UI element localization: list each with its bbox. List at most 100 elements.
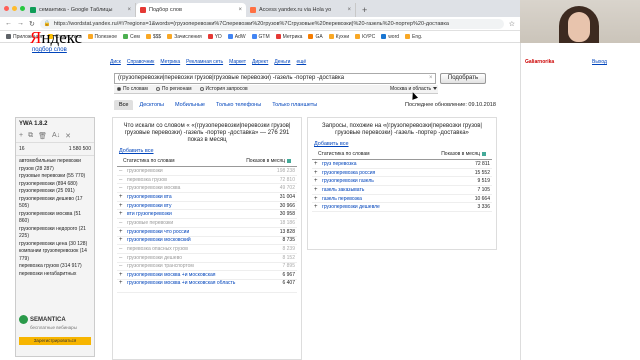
ywa-list-item[interactable]: грузоперевозки недорого (21 225) bbox=[19, 226, 91, 241]
ywa-list-item[interactable]: грузоперевозки (894 680) bbox=[19, 181, 91, 189]
device-tab[interactable]: Только планшеты bbox=[267, 100, 322, 110]
semantica-logo[interactable]: SEMANTICA bbox=[19, 315, 66, 324]
browser-tab[interactable]: семантика - Google Таблицы × bbox=[26, 3, 136, 17]
remove-word-icon[interactable]: – bbox=[119, 185, 127, 191]
export-icon[interactable] bbox=[482, 152, 486, 156]
add-word-icon[interactable]: + bbox=[314, 170, 322, 176]
query-link[interactable]: грузоперевозки москва bbox=[127, 185, 271, 191]
browser-tab[interactable]: Подбор слов × bbox=[136, 3, 246, 17]
bookmark-item[interactable]: Кухни bbox=[328, 34, 349, 40]
remove-word-icon[interactable]: – bbox=[119, 220, 127, 226]
back-icon[interactable]: ← bbox=[5, 20, 12, 27]
ywa-list-item[interactable]: грузоперевозки цена (30 128) bbox=[19, 241, 91, 249]
add-word-icon[interactable]: + bbox=[119, 272, 127, 278]
add-word-icon[interactable]: + bbox=[314, 178, 322, 184]
ywa-list-item[interactable]: грузоперевозки (25 091) bbox=[19, 188, 91, 196]
remove-word-icon[interactable]: – bbox=[119, 177, 127, 183]
yandex-service-link[interactable]: Справочник bbox=[127, 59, 155, 65]
remove-word-icon[interactable]: – bbox=[119, 263, 127, 269]
remove-word-icon[interactable]: – bbox=[119, 246, 127, 252]
address-bar[interactable]: 🔒 https://wordstat.yandex.ru/#!/?regions… bbox=[39, 18, 504, 29]
semantica-register-button[interactable]: Зарегистрироваться bbox=[19, 337, 91, 345]
add-word-icon[interactable]: + bbox=[314, 204, 322, 210]
sort-icon[interactable]: A↓ bbox=[52, 132, 60, 140]
query-link[interactable]: перевозка опасных грузов bbox=[127, 246, 271, 252]
bookmark-item[interactable]: Eng. bbox=[405, 34, 422, 40]
query-link[interactable]: грузоперевозки газель bbox=[322, 178, 466, 184]
ywa-list-item[interactable]: компании грузоперевозок (14 779) bbox=[19, 248, 91, 263]
device-tab[interactable]: Все bbox=[114, 100, 134, 110]
add-word-icon[interactable]: + bbox=[314, 161, 322, 167]
bookmark-item[interactable]: Сем bbox=[123, 34, 140, 40]
query-link[interactable]: перевозка грузов bbox=[127, 177, 271, 183]
query-link[interactable]: грузоперевозки московский bbox=[127, 237, 271, 243]
query-link[interactable]: груз перевозка bbox=[322, 161, 466, 167]
query-link[interactable]: грузоперевозки дешевле bbox=[322, 204, 466, 210]
query-link[interactable]: грузоперевозки bbox=[127, 168, 271, 174]
query-link[interactable]: грузовые перевозки bbox=[127, 220, 271, 226]
query-link[interactable]: вти грузоперевозки bbox=[127, 211, 271, 217]
add-word-icon[interactable]: + bbox=[119, 237, 127, 243]
mode-history[interactable]: История запросов bbox=[199, 86, 248, 92]
remove-word-icon[interactable]: – bbox=[119, 255, 127, 261]
export-icon[interactable] bbox=[287, 159, 291, 163]
bookmark-item[interactable]: YD bbox=[207, 34, 222, 40]
add-word-icon[interactable]: + bbox=[119, 280, 127, 286]
bookmark-item[interactable]: GA bbox=[308, 34, 323, 40]
pick-words-button[interactable]: Подобрать bbox=[440, 73, 486, 84]
reload-icon[interactable]: ↻ bbox=[29, 20, 35, 28]
device-tab[interactable]: Только телефоны bbox=[211, 100, 266, 110]
maximize-window-icon[interactable] bbox=[20, 6, 25, 11]
tab-close-icon[interactable]: × bbox=[127, 7, 131, 13]
delete-icon[interactable]: 🗑 bbox=[38, 132, 47, 140]
query-link[interactable]: грузоперевозки дешево bbox=[127, 255, 271, 261]
query-link[interactable]: грузоперевозки вта bbox=[127, 194, 271, 200]
add-word-icon[interactable]: + bbox=[314, 196, 322, 202]
query-link[interactable]: газель перевозка bbox=[322, 196, 466, 202]
mode-by-regions[interactable]: По регионам bbox=[155, 86, 192, 92]
yandex-service-link[interactable]: Метрика bbox=[160, 59, 180, 65]
device-tab[interactable]: Десктопы bbox=[134, 100, 168, 110]
query-link[interactable]: грузоперевозки вту bbox=[127, 203, 271, 209]
new-tab-icon[interactable]: + bbox=[356, 5, 373, 17]
search-query-input[interactable]: (грузоперевозки|перевозки грузов|грузовы… bbox=[114, 73, 436, 84]
minimize-window-icon[interactable] bbox=[12, 6, 17, 11]
add-word-icon[interactable]: + bbox=[119, 211, 127, 217]
device-tab[interactable]: Мобильные bbox=[170, 100, 210, 110]
ywa-list-item[interactable]: грузовые перевозки (55 770) bbox=[19, 173, 91, 181]
add-word-icon[interactable]: + bbox=[119, 203, 127, 209]
query-link[interactable]: грузоперевозка россия bbox=[322, 170, 466, 176]
clear-query-icon[interactable]: × bbox=[429, 75, 433, 81]
query-link[interactable]: газель заказывать bbox=[322, 187, 466, 193]
query-link[interactable]: грузоперевозки что россии bbox=[127, 229, 271, 235]
yandex-logo[interactable]: Яндекс bbox=[30, 28, 82, 48]
bookmark-item[interactable]: Полезное bbox=[87, 34, 117, 40]
yandex-service-link[interactable]: Деньги bbox=[274, 59, 290, 65]
yandex-service-link[interactable]: Рекламная сеть bbox=[186, 59, 223, 65]
add-word-icon[interactable]: + bbox=[119, 229, 127, 235]
add-word-icon[interactable]: + bbox=[314, 187, 322, 193]
copy-icon[interactable]: ⧉ bbox=[28, 132, 33, 140]
bookmark-item[interactable]: GTM bbox=[251, 34, 270, 40]
ywa-list-item[interactable]: перевозка грузов (314 917) bbox=[19, 263, 91, 271]
yandex-service-link[interactable]: Маркет bbox=[229, 59, 246, 65]
remove-word-icon[interactable]: – bbox=[119, 168, 127, 174]
close-icon[interactable]: ✕ bbox=[65, 132, 71, 140]
add-all-link[interactable]: Добавить все bbox=[113, 146, 301, 156]
forward-icon[interactable]: → bbox=[17, 20, 24, 27]
add-all-link[interactable]: Добавить все bbox=[308, 139, 496, 149]
bookmark-star-icon[interactable]: ☆ bbox=[509, 20, 515, 28]
add-icon[interactable]: + bbox=[19, 132, 23, 140]
yandex-service-link[interactable]: Диск bbox=[110, 59, 121, 65]
query-link[interactable]: грузоперевозки москва +и московская обла… bbox=[127, 280, 271, 286]
add-word-icon[interactable]: + bbox=[119, 194, 127, 200]
bookmark-item[interactable]: $$$ bbox=[145, 34, 161, 40]
yandex-service-link[interactable]: Директ bbox=[252, 59, 268, 65]
bookmark-item[interactable]: КУРС bbox=[355, 34, 375, 40]
mode-by-words[interactable]: По словам bbox=[117, 86, 148, 92]
logo-subtitle-link[interactable]: подбор слов bbox=[32, 47, 67, 53]
bookmark-item[interactable]: Зачисления bbox=[167, 34, 202, 40]
close-window-icon[interactable] bbox=[4, 6, 9, 11]
ywa-list-item[interactable]: грузоперевозки москва (51 860) bbox=[19, 211, 91, 226]
query-link[interactable]: грузоперевозки москва +и московская bbox=[127, 272, 271, 278]
